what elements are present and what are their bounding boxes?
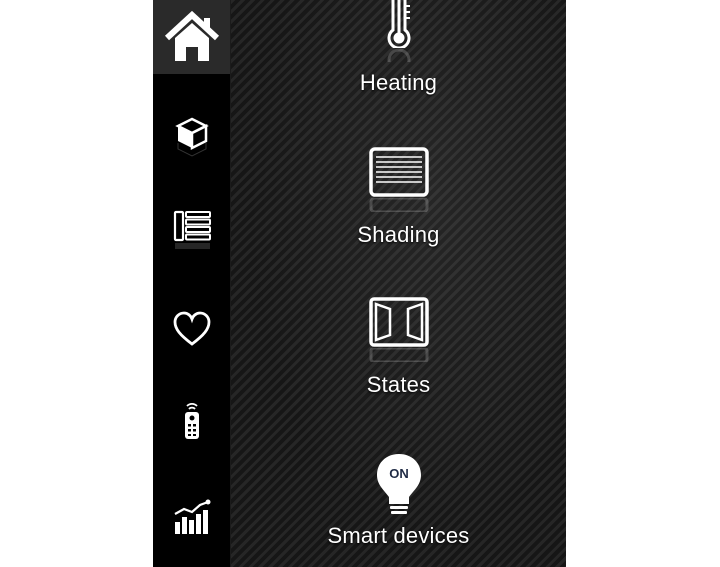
functions-panel: Heating Shading States ON Smart devices <box>231 0 566 567</box>
tile-states[interactable] <box>231 296 566 362</box>
app-screen: Heating Shading States ON Smart devices <box>153 0 566 567</box>
tile-heating[interactable] <box>231 0 566 62</box>
cube-icon <box>174 117 209 157</box>
heart-icon <box>173 311 210 346</box>
chart-icon <box>173 499 210 534</box>
sidebar-item-home[interactable] <box>153 0 230 74</box>
sidebar-item-functions[interactable] <box>153 194 230 268</box>
remote-control-icon <box>184 403 199 439</box>
bulb-on-badge: ON <box>389 466 409 481</box>
tile-label-smart-devices: Smart devices <box>327 523 470 548</box>
functions-list-icon <box>173 210 211 249</box>
sidebar-item-favorites[interactable] <box>153 292 230 366</box>
tile-label-shading: Shading <box>357 222 440 247</box>
thermometer-icon <box>387 0 410 48</box>
sidebar-item-rooms[interactable] <box>153 100 230 174</box>
sidebar-item-remote[interactable] <box>153 384 230 458</box>
window-icon <box>368 297 429 347</box>
thermometer-icon-reflection <box>387 48 410 62</box>
window-icon-reflection <box>369 348 428 362</box>
sidebar-item-statistics[interactable] <box>153 480 230 554</box>
home-icon <box>164 10 219 61</box>
shutter-icon-reflection <box>369 198 428 212</box>
shutter-icon <box>368 147 429 197</box>
tile-label-states: States <box>366 372 431 397</box>
sidebar <box>153 0 231 567</box>
tile-label-heating: Heating <box>359 70 438 95</box>
bulb-on-icon: ON <box>376 454 421 514</box>
tile-smart-devices[interactable]: ON <box>231 452 566 516</box>
tile-shading[interactable] <box>231 146 566 212</box>
